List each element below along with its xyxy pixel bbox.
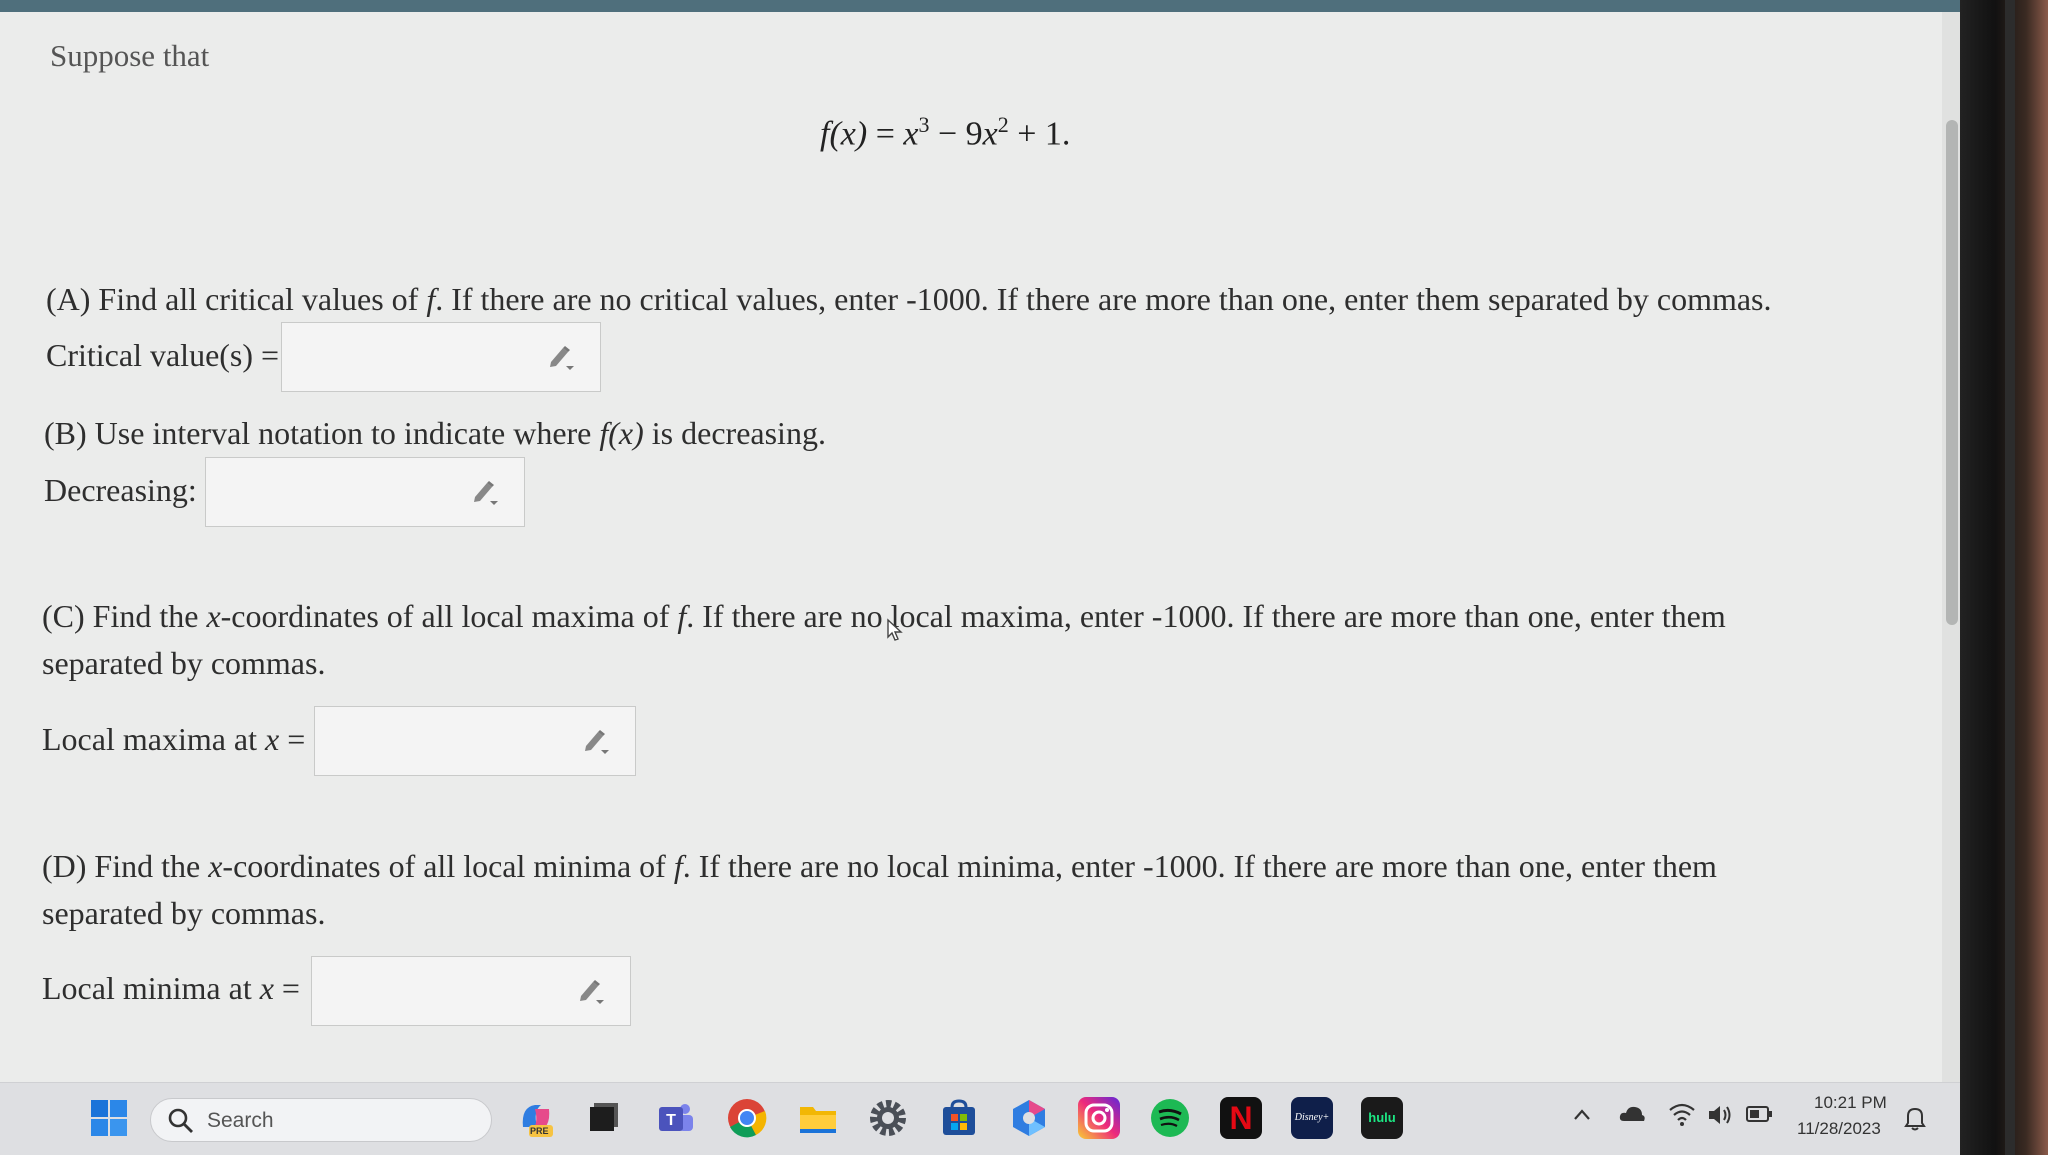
formula-term3: x [982,115,998,153]
part-d-x: x [208,848,223,884]
chrome-icon[interactable] [726,1097,768,1139]
critical-values-label: Critical value(s) = [46,337,280,373]
part-d-prompt: (D) Find the x-coordinates of all local … [42,843,1802,937]
function-formula: f(x) = x3 − 9x2 + 1. [820,112,1070,153]
copilot-badge: PRE [530,1126,549,1136]
search-icon [167,1107,195,1140]
part-c-x: x [206,598,221,634]
microsoft-store-icon[interactable] [938,1097,980,1139]
show-hidden-icons-chevron-icon[interactable] [1572,1105,1592,1130]
office-icon[interactable] [1008,1097,1050,1139]
formula-term1: x [903,115,919,153]
part-b-text-1: (B) Use interval notation to indicate wh… [44,415,600,451]
formula-lhs: f(x) [820,115,868,153]
part-b-text-2: is decreasing. [643,415,826,451]
part-b-prompt: (B) Use interval notation to indicate wh… [44,410,826,457]
local-minima-pencil-icon[interactable] [577,976,609,1006]
part-b-fx: f(x) [599,415,644,451]
task-view-icon[interactable] [582,1097,624,1139]
spotify-icon[interactable] [1149,1097,1191,1139]
hulu-label: hulu [1368,1110,1396,1125]
teams-icon[interactable]: T [655,1097,697,1139]
part-a-text-1: (A) Find all critical values of [46,281,427,317]
scrollbar-thumb[interactable] [1946,120,1958,625]
part-a-text-2: . If there are no critical values, enter… [435,281,1772,317]
search-input[interactable]: Search [150,1098,492,1142]
svg-text:T: T [666,1112,676,1129]
critical-values-pencil-icon[interactable] [547,342,579,372]
part-a-f: f [426,281,436,317]
decreasing-label: Decreasing: [44,472,197,508]
start-icon[interactable] [88,1097,130,1139]
disney-plus-icon[interactable]: Disney+ [1291,1097,1333,1139]
part-c-prompt: (C) Find the x-coordinates of all local … [42,593,1802,687]
monitor-bezel [1960,0,2048,1155]
local-minima-label-x: x [259,970,274,1006]
battery-icon[interactable] [1745,1105,1773,1128]
monitor-bezel-edge [2005,0,2015,1155]
file-explorer-icon[interactable] [797,1097,839,1139]
formula-eq: = [867,115,904,153]
formula-exp2: 2 [997,112,1009,137]
settings-icon[interactable] [867,1097,909,1139]
local-maxima-label-text: Local maxima at [42,721,266,757]
part-c-text-1: (C) Find the [42,598,207,634]
clock-time[interactable]: 10:21 PM [1814,1093,1887,1113]
intro-text: Suppose that [50,38,210,73]
local-minima-label-eq: = [273,970,300,1006]
notification-bell-icon[interactable] [1904,1105,1926,1136]
decreasing-pencil-icon[interactable] [471,477,503,507]
search-placeholder: Search [207,1109,274,1132]
copilot-icon[interactable]: PRE [515,1097,557,1139]
formula-term2: − 9 [929,115,983,153]
local-maxima-label: Local maxima at x = [42,721,305,758]
mouse-cursor-icon [886,618,906,647]
clock-date[interactable]: 11/28/2023 [1797,1119,1881,1139]
part-c-text-2: -coordinates of all local maxima of [220,598,678,634]
hulu-icon[interactable]: hulu [1361,1097,1403,1139]
part-d-text-2: -coordinates of all local minima of [222,848,674,884]
wifi-icon[interactable] [1668,1101,1696,1132]
formula-exp1: 3 [918,112,930,137]
local-maxima-pencil-icon[interactable] [582,726,614,756]
netflix-label: N [1229,1100,1253,1136]
formula-rest: + 1. [1008,115,1071,153]
instagram-icon[interactable] [1078,1097,1120,1139]
onedrive-cloud-icon[interactable] [1618,1103,1646,1130]
volume-icon[interactable] [1706,1102,1734,1133]
local-minima-label: Local minima at x = [42,970,300,1007]
disney-plus-label: Disney+ [1294,1112,1330,1123]
part-c-f: f [677,598,687,634]
local-maxima-label-eq: = [279,721,306,757]
taskbar: Search PRE T N Disney+ hulu 10:21 PM 11/… [0,1082,1960,1155]
part-d-f: f [673,848,683,884]
local-minima-label-text: Local minima at [42,970,260,1006]
browser-page: Suppose that f(x) = x3 − 9x2 + 1. (A) Fi… [0,0,1960,1155]
top-bar [0,0,1960,12]
local-maxima-label-x: x [265,721,280,757]
netflix-icon[interactable]: N [1220,1097,1262,1139]
part-d-text-1: (D) Find the [42,848,209,884]
part-a-prompt: (A) Find all critical values of f. If th… [46,276,1866,323]
